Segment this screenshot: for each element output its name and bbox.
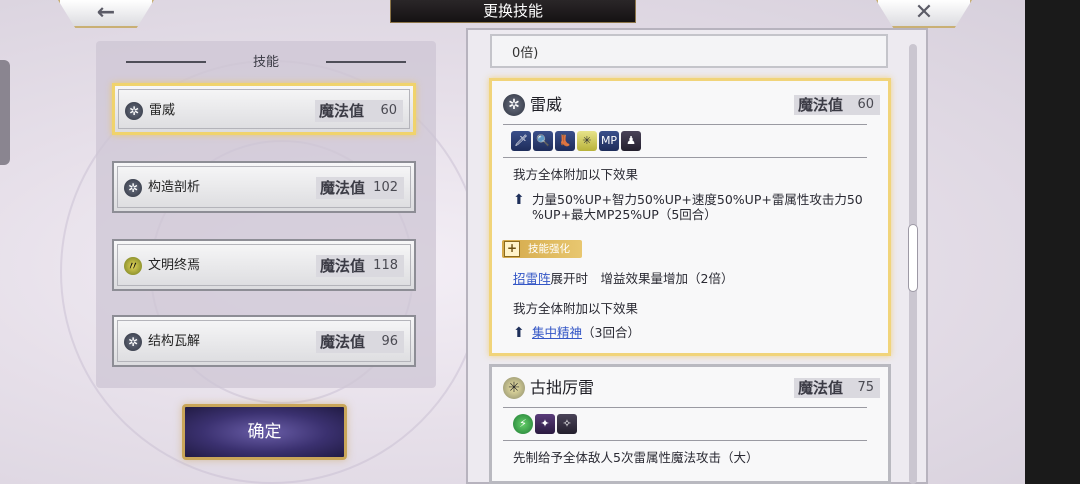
skill-card-jiegou[interactable]: ✲ 结构瓦解 魔法值 96 [112,315,416,367]
effect-line: 力量50%UP+智力50%UP+速度50%UP+雷属性攻击力50 [532,192,863,207]
mp-value: 118 [373,258,398,273]
mp-label: 魔法值 [319,102,365,120]
skill-name: 构造剖析 [148,180,201,195]
mp-badge: 魔法值 118 [316,255,404,277]
effect-intro: 我方全体附加以下效果 [513,167,639,182]
mp-badge: 魔法值 60 [315,100,403,122]
mp-buff-icon: MP [599,131,619,151]
page-title: 更换技能 [390,0,636,23]
back-button[interactable]: ← [58,0,154,28]
mp-label: 魔法值 [320,257,366,275]
condition-text: 招雷阵展开时 增益效果量增加（2倍） [513,271,733,287]
mp-badge: 魔法值 60 [794,95,880,115]
screen-edge [1025,0,1080,484]
mp-label: 魔法值 [798,379,844,397]
divider [126,61,206,63]
up-arrow-icon: ⬆ [513,192,525,208]
boot-buff-icon: 👢 [555,131,575,151]
mp-value: 102 [373,180,398,195]
field-skill-link[interactable]: 招雷阵 [513,271,551,286]
skill-card-wenming[interactable]: 〃 文明终焉 魔法值 118 [112,239,416,291]
left-edge-tab [0,60,10,165]
mp-label: 魔法值 [798,96,844,114]
confirm-button[interactable]: 确定 [182,404,347,460]
magnify-buff-icon: 🔍 [533,131,553,151]
mp-badge: 魔法值 102 [316,177,404,199]
thunder-skill-icon: ✲ [125,102,143,120]
up-arrow-icon: ⬆ [513,325,525,341]
scrollbar-thumb[interactable] [908,224,918,292]
effect-intro: 我方全体附加以下效果 [513,301,639,316]
star-buff-icon: ✧ [557,414,577,434]
skill-list-panel: 技能 ✲ 雷威 魔法值 60 ✲ 构造剖析 魔法值 102 〃 文明终焉 魔法值… [96,41,436,388]
thunder-skill-icon: ✳ [503,377,525,399]
pawn-buff-icon: ♟ [621,131,641,151]
divider [503,440,867,441]
divider [503,124,867,125]
mp-label: 魔法值 [320,333,366,351]
wind-skill-icon: 〃 [124,257,142,275]
mp-badge: 魔法值 75 [794,378,880,398]
sword-buff-icon: 🗡 [511,131,531,151]
mp-value: 75 [857,380,874,395]
skill-enhance-badge: + 技能强化 [502,240,582,258]
skill-name: 文明终焉 [148,258,201,273]
mp-value: 60 [857,97,874,112]
close-icon: ✕ [914,0,934,25]
thunder-buff-icon: ✳ [577,131,597,151]
skill-card-gouzao[interactable]: ✲ 构造剖析 魔法值 102 [112,161,416,213]
mp-value: 60 [380,103,397,118]
divider [503,407,867,408]
lightning-buff-icon: ⚡ [513,414,533,434]
skill-card-leiwei[interactable]: ✲ 雷威 魔法值 60 [112,83,416,135]
detail-skill-name: 雷威 [530,95,563,114]
close-button[interactable]: ✕ [876,0,972,28]
effect-intro: 先制给予全体敌人5次雷属性魔法攻击（大） [513,450,759,465]
effect-line: 集中精神（3回合） [532,325,640,341]
back-arrow-icon: ← [96,0,116,25]
thunder-skill-icon: ✲ [124,333,142,351]
effect-line: %UP+最大MP25%UP（5回合） [532,207,717,222]
buff-link[interactable]: 集中精神 [532,325,582,340]
divider [326,61,406,63]
thunder-skill-icon: ✲ [503,94,525,116]
detail-skill-name: 古拙厉雷 [530,378,595,397]
buff-icon-row: 🗡 🔍 👢 ✳ MP ♟ [511,131,641,151]
mp-label: 魔法值 [320,179,366,197]
mp-badge: 魔法值 96 [316,331,404,353]
skill-name: 结构瓦解 [148,334,201,349]
previous-card-text: 0倍) [512,46,539,61]
thunder-skill-icon: ✲ [124,179,142,197]
effect-duration: （3回合） [582,325,640,340]
plus-icon: + [504,241,520,257]
divider [503,157,867,158]
skill-name: 雷威 [149,103,176,118]
previous-skill-card: 0倍) [490,34,888,68]
condition-tail: 展开时 增益效果量增加（2倍） [550,271,734,286]
buff-icon-row: ⚡ ✦ ✧ [513,414,577,434]
sparkle-buff-icon: ✦ [535,414,555,434]
skill-list-header: 技能 [96,51,436,73]
mp-value: 96 [381,334,398,349]
skill-list-heading: 技能 [252,55,279,70]
enhance-label: 技能强化 [528,243,570,255]
